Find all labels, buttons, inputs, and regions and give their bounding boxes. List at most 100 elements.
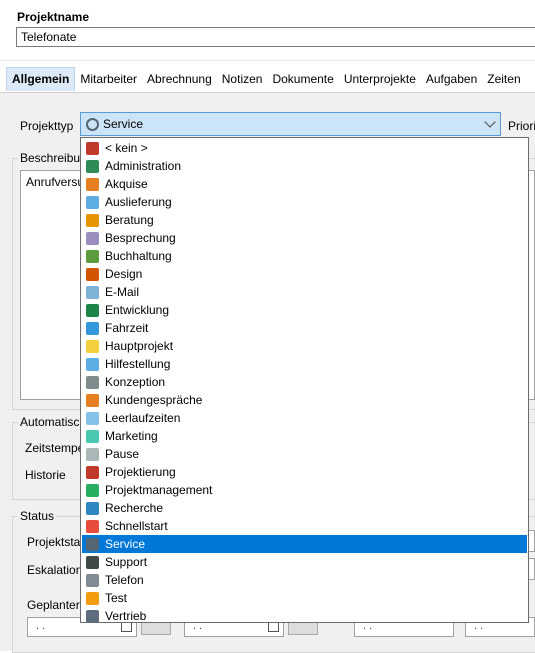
option-projektierung[interactable]: Projektierung [82,463,527,481]
option-label: Auslieferung [105,195,172,209]
sales-icon [86,609,99,623]
project-name-input[interactable]: Telefonate [16,27,535,47]
option-label: Hauptprojekt [105,339,174,353]
palette-icon [86,267,99,281]
option-label: Entwicklung [105,303,170,317]
option-support[interactable]: Support [82,553,527,571]
projektstatus-field[interactable] [528,530,535,552]
option-label: Telefon [105,573,144,587]
car-icon [86,321,99,335]
option-label: Akquise [105,177,148,191]
option-fahrzeit[interactable]: Fahrzeit [82,319,527,337]
option-recherche[interactable]: Recherche [82,499,527,517]
chart-icon [86,429,99,443]
option-hilfestellung[interactable]: Hilfestellung [82,355,527,373]
option-label: Schnellstart [105,519,168,533]
automatisch-label: Automatisc [18,415,82,429]
option-label: Leerlaufzeiten [105,411,181,425]
tab-mitarbeiter[interactable]: Mitarbeiter [75,67,142,91]
option-label: Pause [105,447,140,461]
projekttyp-select[interactable]: Service [80,112,501,136]
puzzle-icon [86,483,99,497]
eskalation-field[interactable] [528,558,535,580]
option-label: Buchhaltung [105,249,172,263]
acquisition-icon [86,177,99,191]
option-label: Vertrieb [105,609,147,623]
search-icon [86,501,99,515]
delivery-icon [86,195,99,209]
beschreibung-label: Beschreibun [18,151,89,165]
option-label: Marketing [105,429,158,443]
option-label: Support [105,555,148,569]
projekttyp-label: Projekttyp [20,119,74,133]
email-icon [86,285,99,299]
meeting-icon [86,231,99,245]
tab-bar: Allgemein Mitarbeiter Abrechnung Notizen… [6,67,535,91]
option-test[interactable]: Test [82,589,527,607]
option-telefon[interactable]: Telefon [82,571,527,589]
option-beratung[interactable]: Beratung [82,211,527,229]
option-buchhaltung[interactable]: Buchhaltung [82,247,527,265]
option-label: Service [105,537,146,551]
option-label: Projektmanagement [105,483,213,497]
option-label: Test [105,591,128,605]
option-label: Fahrzeit [105,321,149,335]
concept-icon [86,375,99,389]
option-akquise[interactable]: Akquise [82,175,527,193]
tab-notizen[interactable]: Notizen [217,67,268,91]
tab-unterprojekte[interactable]: Unterprojekte [339,67,421,91]
help-icon [86,357,99,371]
option-vertrieb[interactable]: Vertrieb [82,607,527,625]
tab-abrechnung[interactable]: Abrechnung [142,67,217,91]
headset-icon [86,537,99,551]
consulting-icon [86,213,99,227]
tab-zeiten[interactable]: Zeiten [482,67,525,91]
option-label: Administration [105,159,182,173]
option-projektmanagement[interactable]: Projektmanagement [82,481,527,499]
option-label: Design [105,267,143,281]
option-label: Kundengespräche [105,393,203,407]
zeitstempel-label: Zeitstempe [25,441,85,455]
tab-aufgaben[interactable]: Aufgaben [421,67,482,91]
option-kundengespraeche[interactable]: Kundengespräche [82,391,527,409]
chevron-down-icon[interactable] [484,116,496,128]
option-service[interactable]: Service [82,535,527,553]
status-label: Status [18,509,57,523]
option-schnellstart[interactable]: Schnellstart [82,517,527,535]
tab-dokumente[interactable]: Dokumente [267,67,338,91]
option-label: E-Mail [105,285,140,299]
option-hauptprojekt[interactable]: Hauptprojekt [82,337,527,355]
accounting-icon [86,249,99,263]
option-administration[interactable]: Administration [82,157,527,175]
option-marketing[interactable]: Marketing [82,427,527,445]
prioritaet-label: Priori [508,119,535,133]
headset-icon [86,117,99,131]
option-label: Hilfestellung [105,357,171,371]
option-entwicklung[interactable]: Entwicklung [82,301,527,319]
header-separator [0,60,535,61]
projekttyp-dropdown-list: < kein > Administration Akquise Ausliefe… [80,137,529,623]
option-label: Recherche [105,501,164,515]
none-icon [86,141,99,155]
option-label: < kein > [105,141,148,155]
planned-start-date-value: . . [36,620,46,632]
option-pause[interactable]: Pause [82,445,527,463]
phone-icon [86,573,99,587]
rocket-icon [86,519,99,533]
option-design[interactable]: Design [82,265,527,283]
projekttyp-value: Service [103,117,144,131]
option-label: Beratung [105,213,154,227]
tab-allgemein[interactable]: Allgemein [6,67,76,91]
terminal-icon [86,303,99,317]
option-leerlaufzeiten[interactable]: Leerlaufzeiten [82,409,527,427]
pencil-icon [86,465,99,479]
option-label: Besprechung [105,231,176,245]
hourglass-icon [86,411,99,425]
option-auslieferung[interactable]: Auslieferung [82,193,527,211]
option-besprechung[interactable]: Besprechung [82,229,527,247]
eskalation-label: Eskalation [27,563,83,577]
option-kein[interactable]: < kein > [82,139,527,157]
option-konzeption[interactable]: Konzeption [82,373,527,391]
option-email[interactable]: E-Mail [82,283,527,301]
admin-icon [86,159,99,173]
